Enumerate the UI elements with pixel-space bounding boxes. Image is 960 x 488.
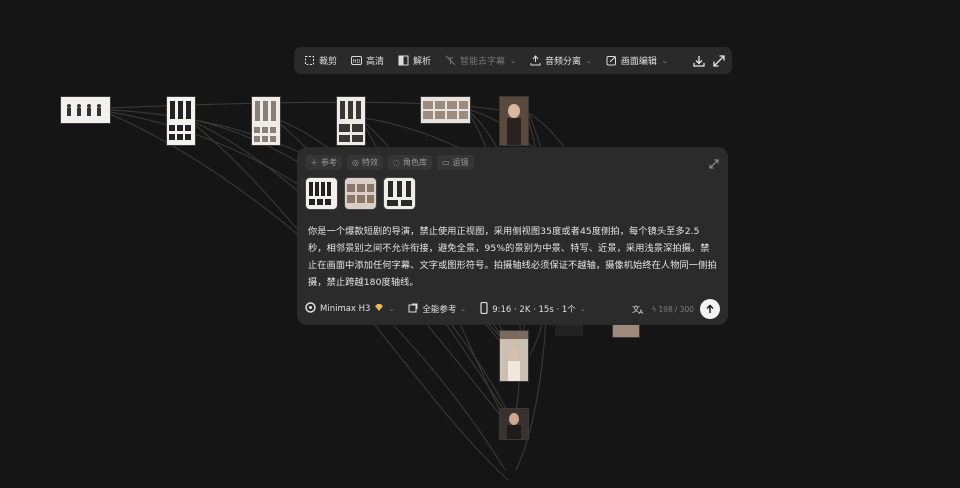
character-sheet-image	[252, 97, 280, 145]
portrait-thumb-2[interactable]	[499, 330, 529, 382]
tab-effects-label: 特效	[361, 158, 378, 167]
audio-split-button[interactable]: 音频分离 ⌄	[526, 51, 596, 71]
audio-split-icon	[530, 55, 541, 66]
tab-camera-movement[interactable]: ▭ 运镜	[436, 155, 474, 170]
chevron-down-icon: ⌄	[661, 56, 668, 65]
reference-mode-selector[interactable]: 全能参考 ⌄	[408, 303, 466, 316]
portrait-thumb-3[interactable]	[499, 408, 529, 440]
reference-image-2[interactable]	[344, 177, 377, 210]
model-name: Minimax H3	[320, 304, 371, 314]
hd-icon: HD	[351, 55, 363, 66]
portrait-image	[500, 97, 528, 145]
svg-text:HD: HD	[353, 59, 361, 65]
reference-mode-label: 全能参考	[422, 305, 457, 315]
panel-tabs: ＋ 参考 ◎ 特效 ◌ 角色库 ▭ 运镜	[305, 155, 474, 170]
audio-split-label: 音频分离	[544, 57, 581, 67]
portrait-thumb-1[interactable]	[499, 96, 529, 146]
portrait-image	[500, 409, 528, 439]
video-spec-label: 9:16 · 2K · 15s · 1个	[492, 305, 576, 315]
model-selector[interactable]: Minimax H3 ⌄	[305, 302, 394, 316]
character-sheet-thumb-2[interactable]	[166, 96, 196, 146]
generation-options: Minimax H3 ⌄ 全能参考 ⌄ 9:16 · 2K · 15s · 1个…	[305, 299, 720, 319]
character-sheet-image	[337, 97, 365, 145]
reference-mode-icon	[408, 303, 418, 316]
generation-panel: ＋ 参考 ◎ 特效 ◌ 角色库 ▭ 运镜 你是一个爆款短剧的导演，禁止使用正视图…	[297, 147, 728, 325]
character-icon: ◌	[392, 158, 400, 167]
toolbar-right-actions	[692, 54, 726, 68]
reference-thumbnail	[306, 178, 337, 209]
prompt-text[interactable]: 你是一个爆款短剧的导演，禁止使用正视图，采用侧视图35度或者45度侧拍，每个镜头…	[308, 223, 718, 291]
translate-icon[interactable]: 文A	[632, 300, 645, 319]
tab-character-label: 角色库	[402, 158, 427, 167]
credit-count: 198	[658, 304, 673, 314]
reference-thumbnail	[345, 178, 376, 209]
crop-label: 裁剪	[319, 57, 338, 67]
chevron-down-icon: ⌄	[579, 305, 586, 313]
chevron-down-icon: ⌄	[460, 305, 467, 313]
expand-icon[interactable]	[712, 54, 726, 68]
remove-subtitle-icon: T	[445, 55, 456, 66]
media-toolbar: 裁剪 HD 高清 解析 T 智能去字幕 ⌄ 音频分离 ⌄ 画面编辑 ⌄	[294, 47, 732, 74]
tab-camera-label: 运镜	[452, 158, 469, 167]
download-icon[interactable]	[692, 54, 706, 68]
camera-icon: ▭	[441, 158, 450, 167]
model-logo-icon	[305, 302, 316, 316]
character-sheet-thumb-3[interactable]	[251, 96, 281, 146]
tab-effects[interactable]: ◎ 特效	[347, 155, 383, 170]
panel-expand-icon[interactable]	[708, 155, 720, 169]
credit-counter: ϟ 198 / 300	[651, 305, 694, 314]
reference-image-3[interactable]	[383, 177, 416, 210]
crop-icon	[304, 55, 315, 66]
hd-label: 高清	[366, 57, 385, 67]
character-sheet-thumb-1[interactable]	[60, 96, 111, 124]
remove-subtitle-button[interactable]: T 智能去字幕 ⌄	[441, 51, 520, 71]
tab-reference-label: 参考	[321, 158, 337, 167]
hd-button[interactable]: HD 高清	[347, 51, 388, 71]
effects-icon: ◎	[352, 158, 359, 167]
send-button[interactable]	[700, 299, 720, 319]
arrow-up-icon	[706, 304, 714, 313]
premium-badge-icon	[374, 303, 384, 315]
edit-icon	[606, 55, 617, 66]
remove-subtitle-label: 智能去字幕	[460, 57, 506, 67]
edit-frame-button[interactable]: 画面编辑 ⌄	[602, 51, 672, 71]
credit-max: / 300	[674, 304, 694, 314]
analyze-icon	[398, 55, 409, 66]
lightning-icon: ϟ	[651, 304, 657, 314]
scene-image	[421, 97, 470, 123]
tab-character-library[interactable]: ◌ 角色库	[387, 155, 432, 170]
video-spec-selector[interactable]: 9:16 · 2K · 15s · 1个 ⌄	[480, 301, 586, 317]
chevron-down-icon: ⌄	[585, 56, 592, 65]
analyze-button[interactable]: 解析	[394, 51, 435, 71]
analyze-label: 解析	[413, 57, 432, 67]
plus-icon: ＋	[310, 158, 318, 167]
character-sheet-image	[167, 97, 195, 145]
scene-thumb[interactable]	[420, 96, 471, 124]
crop-button[interactable]: 裁剪	[300, 51, 341, 71]
character-sheet-thumb-4[interactable]	[336, 96, 366, 146]
portrait-image	[500, 331, 528, 381]
portrait-image	[613, 324, 639, 337]
chevron-down-icon: ⌄	[510, 56, 516, 65]
reference-image-1[interactable]	[305, 177, 338, 210]
phone-aspect-icon	[480, 301, 488, 317]
character-sheet-image	[61, 97, 110, 123]
svg-text:A: A	[639, 309, 644, 315]
tab-reference[interactable]: ＋ 参考	[305, 155, 342, 170]
edit-frame-label: 画面编辑	[620, 57, 657, 67]
reference-thumbnail	[384, 178, 415, 209]
chevron-down-icon: ⌄	[388, 305, 395, 313]
reference-images	[305, 177, 416, 210]
